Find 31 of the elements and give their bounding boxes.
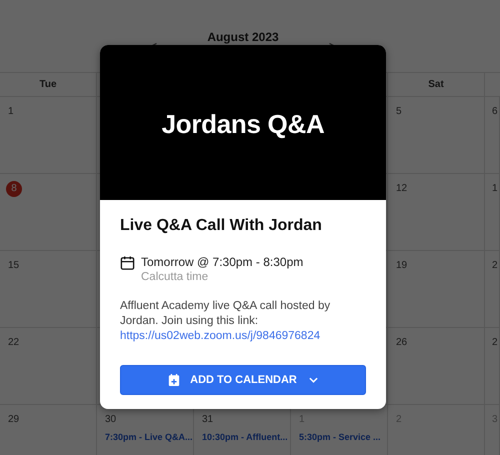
month-title: August 2023 [207, 30, 279, 44]
day-number: 1 [492, 183, 498, 195]
event-entry[interactable]: 10:30pm - Affluent... [202, 432, 288, 442]
day-number: 6 [492, 106, 498, 118]
day-number: 15 [8, 260, 20, 272]
day-number: 19 [396, 260, 408, 272]
day-number: 12 [396, 183, 408, 195]
day-number: 30 [105, 414, 116, 426]
day-number: 2 [492, 337, 498, 349]
event-time: Tomorrow @ 7:30pm - 8:30pm [141, 254, 304, 270]
day-number: 29 [8, 414, 20, 426]
day-number: 2 [492, 260, 498, 272]
add-to-calendar-button[interactable]: ADD TO CALENDAR [120, 365, 366, 395]
today-date-badge: 8 [6, 181, 22, 197]
calendar-icon [120, 255, 135, 271]
event-title: Live Q&A Call With Jordan [120, 217, 323, 235]
caret-icon [308, 377, 318, 383]
day-number: 5 [396, 106, 402, 118]
day-number: 31 [202, 414, 214, 426]
timezone-label: Calcutta time [141, 270, 210, 285]
event-entry[interactable]: 5:30pm - Service ... [299, 432, 381, 442]
calendar-add-icon [168, 373, 180, 387]
weekday-header: Sat [428, 79, 444, 90]
event-entry[interactable]: 7:30pm - Live Q&A... [105, 432, 193, 442]
event-description: Affluent Academy live Q&A call hosted by Jordan. Join using this link: [120, 299, 332, 329]
meeting-link[interactable]: https://us02web.zoom.us/j/9846976824 [120, 329, 320, 344]
day-number: 22 [8, 337, 20, 349]
weekday-header: Tue [39, 79, 57, 90]
banner-title: Jordans Q&A [162, 109, 324, 140]
day-number: 26 [396, 337, 408, 349]
day-number: 1 [8, 106, 14, 118]
